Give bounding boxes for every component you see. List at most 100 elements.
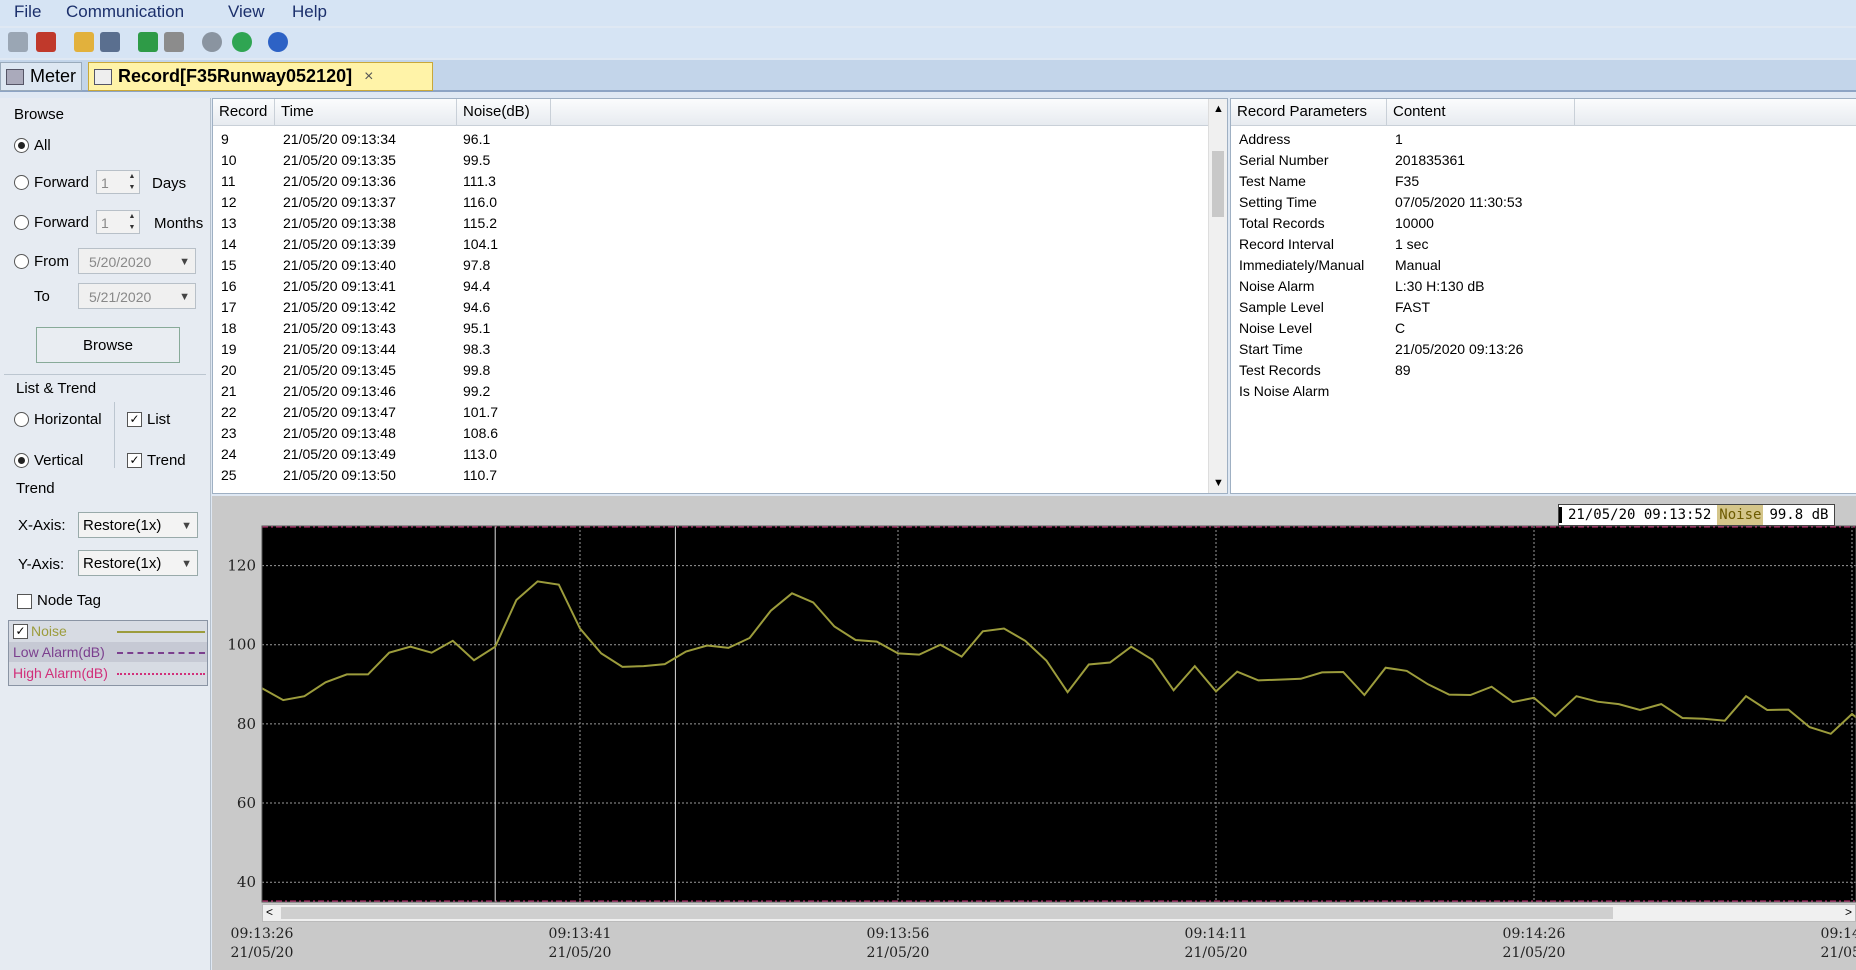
column-noise[interactable]: Noise(dB) [457, 99, 551, 125]
divider [4, 374, 206, 375]
x-tick-label-time: 09:14:11 [1185, 926, 1248, 942]
table-row[interactable]: Address 1 [1231, 129, 1856, 150]
table-row[interactable]: 16 21/05/20 09:13:41 94.4 [213, 276, 1213, 297]
table-row[interactable]: 20 21/05/20 09:13:45 99.8 [213, 360, 1213, 381]
open-folder-icon[interactable] [74, 32, 94, 52]
table-row[interactable]: 11 21/05/20 09:13:36 111.3 [213, 171, 1213, 192]
table-row[interactable]: Total Records 10000 [1231, 213, 1856, 234]
forward-days-radio[interactable] [14, 175, 29, 190]
table-row[interactable]: Setting Time 07/05/2020 11:30:53 [1231, 192, 1856, 213]
table-row[interactable]: Test Name F35 [1231, 171, 1856, 192]
table-row[interactable]: 22 21/05/20 09:13:47 101.7 [213, 402, 1213, 423]
table-row[interactable]: 21 21/05/20 09:13:46 99.2 [213, 381, 1213, 402]
column-record[interactable]: Record [213, 99, 275, 125]
menu-help[interactable]: Help [288, 2, 331, 22]
param-value-cell: C [1395, 320, 1406, 336]
table-row[interactable]: Noise Level C [1231, 318, 1856, 339]
param-name-cell: Is Noise Alarm [1239, 383, 1330, 399]
record-cell: 16 [221, 278, 237, 294]
table-row[interactable]: Test Records 89 [1231, 360, 1856, 381]
browse-button[interactable]: Browse [36, 327, 180, 363]
table-row[interactable]: Sample Level FAST [1231, 297, 1856, 318]
table-row[interactable]: 25 21/05/20 09:13:50 110.7 [213, 465, 1213, 486]
legend-noise-checkbox[interactable]: ✓ [13, 624, 28, 639]
column-record-parameters[interactable]: Record Parameters [1231, 99, 1387, 125]
legend-low-alarm-label: Low Alarm(dB) [13, 644, 105, 660]
chevron-down-icon: ▼ [181, 558, 192, 570]
refresh-icon[interactable] [232, 32, 252, 52]
forward-months-radio[interactable] [14, 215, 29, 230]
from-date-picker[interactable]: 5/20/2020 ▼ [78, 248, 196, 274]
all-radio[interactable] [14, 138, 29, 153]
table-row[interactable]: 9 21/05/20 09:13:34 96.1 [213, 129, 1213, 150]
time-cell: 21/05/20 09:13:34 [283, 131, 396, 147]
chart-scroll-thumb[interactable] [281, 907, 1613, 919]
table-row[interactable]: 18 21/05/20 09:13:43 95.1 [213, 318, 1213, 339]
table-row[interactable]: 24 21/05/20 09:13:49 113.0 [213, 444, 1213, 465]
screen-icon[interactable] [8, 32, 28, 52]
table-row[interactable]: 19 21/05/20 09:13:44 98.3 [213, 339, 1213, 360]
forward-days-stepper[interactable]: 1 ▲ ▼ [96, 170, 140, 194]
x-tick-label-date: 21/05/20 [867, 945, 930, 961]
legend-high-alarm-label: High Alarm(dB) [13, 665, 108, 681]
table-row[interactable]: Immediately/Manual Manual [1231, 255, 1856, 276]
table-row[interactable]: Record Interval 1 sec [1231, 234, 1856, 255]
tab-meter[interactable]: Meter [0, 62, 82, 91]
scroll-up-icon[interactable]: ▲ [1213, 103, 1224, 115]
menu-view[interactable]: View [224, 2, 269, 22]
legend-high-alarm[interactable]: High Alarm(dB) [9, 663, 207, 683]
table-row[interactable]: 15 21/05/20 09:13:40 97.8 [213, 255, 1213, 276]
horizontal-radio[interactable] [14, 412, 29, 427]
x-axis-select[interactable]: Restore(1x) ▼ [78, 512, 198, 538]
table-row[interactable]: Noise Alarm L:30 H:130 dB [1231, 276, 1856, 297]
x-tick-label-date: 21/05/20 [1503, 945, 1566, 961]
table-row[interactable]: 23 21/05/20 09:13:48 108.6 [213, 423, 1213, 444]
scroll-down-icon[interactable]: ▼ [1213, 477, 1224, 489]
chart-scrollbar[interactable]: < > [262, 904, 1856, 922]
column-content[interactable]: Content [1387, 99, 1575, 125]
legend-noise[interactable]: ✓ Noise [9, 621, 207, 641]
from-radio[interactable] [14, 254, 29, 269]
column-time[interactable]: Time [275, 99, 457, 125]
vertical-radio[interactable] [14, 453, 29, 468]
clear-icon[interactable] [164, 32, 184, 52]
table-row[interactable]: 12 21/05/20 09:13:37 116.0 [213, 192, 1213, 213]
spin-arrows-icon[interactable]: ▲ ▼ [125, 211, 139, 233]
list-checkbox[interactable]: ✓ [127, 412, 142, 427]
table-row[interactable]: Is Noise Alarm [1231, 381, 1856, 402]
clock-icon[interactable] [202, 32, 222, 52]
scroll-thumb[interactable] [1212, 151, 1224, 217]
help-icon[interactable] [268, 32, 288, 52]
close-icon[interactable]: × [364, 68, 373, 86]
forward-months-stepper[interactable]: 1 ▲ ▼ [96, 210, 140, 234]
delete-icon[interactable] [36, 32, 56, 52]
y-tick-label: 80 [237, 715, 256, 733]
scroll-left-icon[interactable]: < [266, 905, 273, 919]
scroll-right-icon[interactable]: > [1845, 905, 1852, 919]
table-row[interactable]: Start Time 21/05/2020 09:13:26 [1231, 339, 1856, 360]
to-date-picker[interactable]: 5/21/2020 ▼ [78, 283, 196, 309]
y-axis-select[interactable]: Restore(1x) ▼ [78, 550, 198, 576]
menu-communication[interactable]: Communication [62, 2, 188, 22]
trend-chart[interactable]: 40 60 80 100 120 09:13:26 21/05/20 09:13:41 21/0… [212, 496, 1856, 970]
menu-file[interactable]: File [10, 2, 45, 22]
table-row[interactable]: Serial Number 201835361 [1231, 150, 1856, 171]
table-row[interactable]: 17 21/05/20 09:13:42 94.6 [213, 297, 1213, 318]
y-tick-label: 40 [237, 873, 256, 891]
chevron-down-icon: ▼ [181, 520, 192, 532]
forward-days-label: Forward [34, 174, 90, 191]
node-tag-checkbox[interactable] [17, 594, 32, 609]
time-cell: 21/05/20 09:13:49 [283, 446, 396, 462]
spin-arrows-icon[interactable]: ▲ ▼ [125, 171, 139, 193]
table-row[interactable]: 13 21/05/20 09:13:38 115.2 [213, 213, 1213, 234]
trend-chart-svg[interactable]: 40 60 80 100 120 09:13:26 21/05/20 09:13:41 21/0… [212, 496, 1856, 970]
records-scrollbar[interactable]: ▲ ▼ [1208, 99, 1227, 493]
trend-checkbox[interactable]: ✓ [127, 453, 142, 468]
param-value-cell: 89 [1395, 362, 1411, 378]
table-row[interactable]: 10 21/05/20 09:13:35 99.5 [213, 150, 1213, 171]
tab-record[interactable]: Record[F35Runway052120] × [88, 62, 433, 91]
legend-low-alarm[interactable]: Low Alarm(dB) [9, 642, 207, 662]
import-icon[interactable] [138, 32, 158, 52]
save-icon[interactable] [100, 32, 120, 52]
table-row[interactable]: 14 21/05/20 09:13:39 104.1 [213, 234, 1213, 255]
